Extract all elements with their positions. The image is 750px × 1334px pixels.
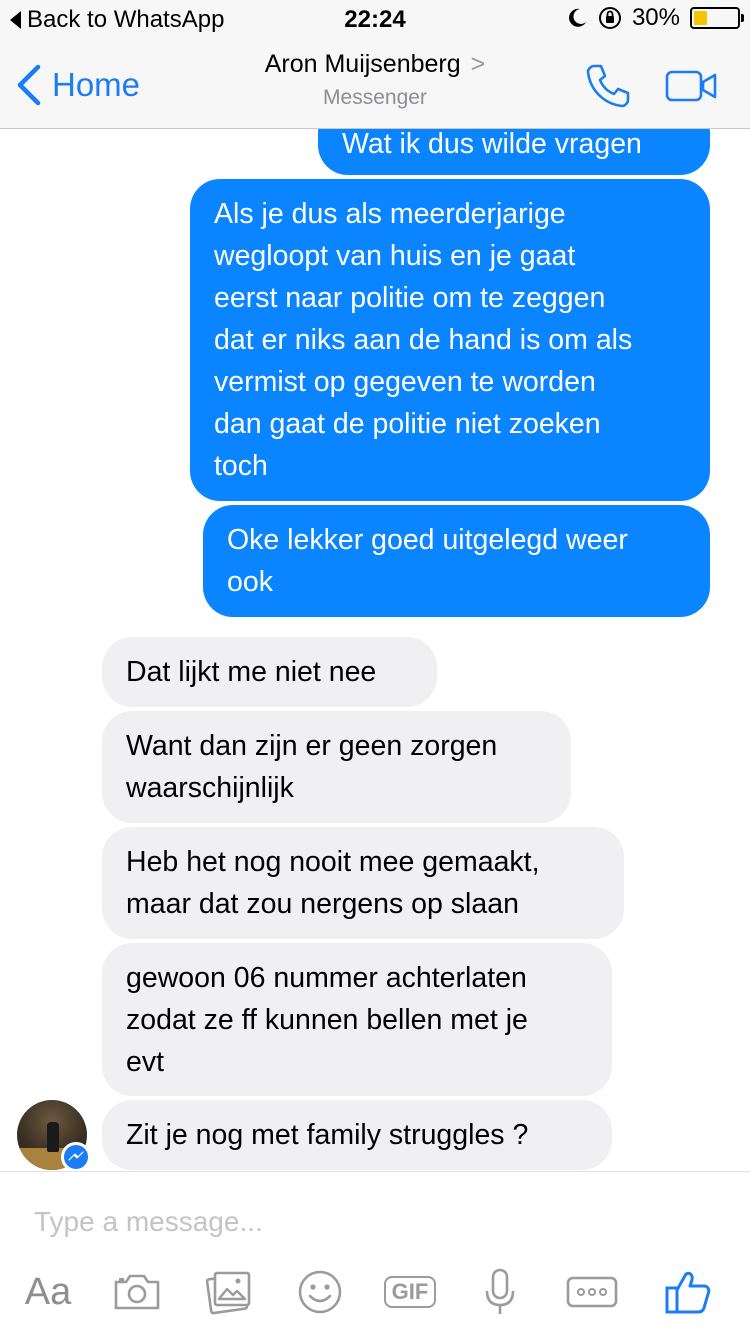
avatar-person <box>47 1122 59 1152</box>
aa-button[interactable]: Aa <box>20 1262 76 1322</box>
message-input[interactable] <box>34 1202 714 1242</box>
message-bubble-incoming[interactable]: Zit je nog met family struggles ? <box>102 1100 612 1170</box>
microphone-button[interactable] <box>482 1262 518 1322</box>
gif-label: GIF <box>383 1276 437 1308</box>
messenger-screen: Back to WhatsApp 22:24 30% Home Aron Mui… <box>0 0 750 1334</box>
message-bubble-outgoing[interactable]: Als je dus als meerderjarige wegloopt va… <box>190 179 710 501</box>
phone-icon[interactable] <box>584 62 632 110</box>
contact-name: Aron Muijsenberg <box>264 50 461 78</box>
camera-button[interactable] <box>110 1262 164 1322</box>
conversation-title[interactable]: Aron Muijsenberg > Messenger <box>0 50 750 110</box>
emoji-icon <box>298 1270 342 1314</box>
gif-button[interactable]: GIF <box>381 1262 439 1322</box>
message-bubble-incoming[interactable]: gewoon 06 nummer achterlaten zodat ze ff… <box>102 943 612 1096</box>
message-list[interactable]: Wat ik dus wilde vragen Als je dus als m… <box>0 129 750 1171</box>
more-button[interactable] <box>565 1262 619 1322</box>
battery-percent: 30% <box>631 4 680 31</box>
gallery-icon <box>205 1271 251 1315</box>
messenger-badge-icon <box>61 1142 91 1171</box>
moon-icon <box>569 8 586 27</box>
message-bubble-incoming[interactable]: Want dan zijn er geen zorgen waarschijnl… <box>102 711 571 823</box>
message-bubble-outgoing[interactable]: Wat ik dus wilde vragen <box>318 129 710 175</box>
thumbs-up-icon <box>665 1271 711 1314</box>
message-bubble-incoming[interactable]: Dat lijkt me niet nee <box>102 637 437 707</box>
composer: Aa <box>0 1171 750 1334</box>
chevron-right-icon: > <box>470 50 486 78</box>
message-bubble-outgoing[interactable]: Oke lekker goed uitgelegd weer ook <box>203 505 710 617</box>
contact-name-row: Aron Muijsenberg > <box>0 50 750 79</box>
emoji-button[interactable] <box>296 1262 344 1322</box>
battery-icon <box>690 7 744 29</box>
camera-icon <box>114 1274 160 1310</box>
like-button[interactable] <box>663 1262 713 1322</box>
conversation-subtitle: Messenger <box>323 86 427 109</box>
status-right: 30% <box>566 4 744 32</box>
battery-fill <box>694 11 707 25</box>
more-icon <box>566 1276 618 1308</box>
composer-toolbar: Aa GIF <box>0 1262 750 1322</box>
orientation-lock-icon <box>598 7 621 29</box>
gallery-button[interactable] <box>203 1262 255 1322</box>
video-call-icon[interactable] <box>665 70 719 102</box>
status-bar: Back to WhatsApp 22:24 30% <box>0 0 750 40</box>
microphone-icon <box>485 1268 515 1314</box>
nav-bar: Home Aron Muijsenberg > Messenger <box>0 40 750 129</box>
message-bubble-incoming[interactable]: Heb het nog nooit mee gemaakt, maar dat … <box>102 827 624 939</box>
